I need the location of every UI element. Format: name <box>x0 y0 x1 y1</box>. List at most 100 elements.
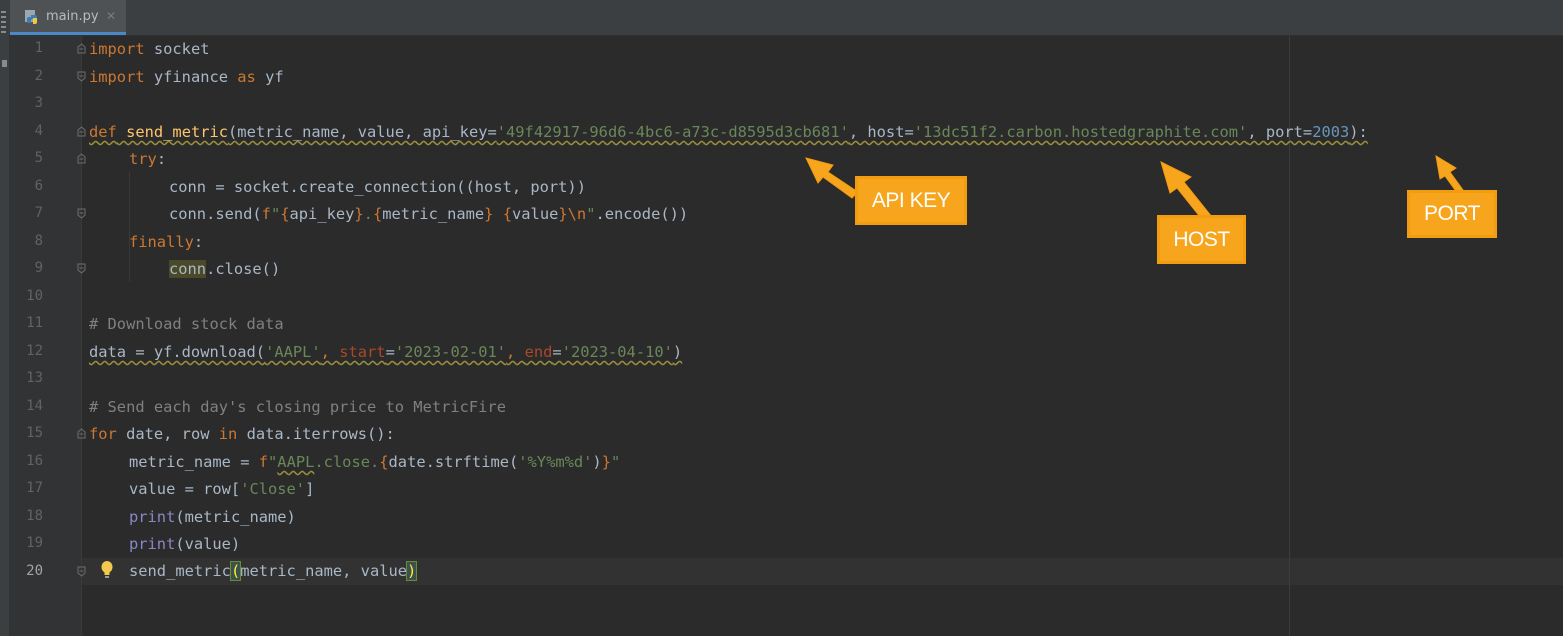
code-line-16[interactable]: metric_name = f"AAPL.close.{date.strftim… <box>129 449 620 476</box>
api-key-arrow-icon <box>805 157 859 199</box>
python-file-icon <box>25 10 37 24</box>
builtin-function: print <box>129 535 176 553</box>
code-text: data.iterrows(): <box>237 425 395 443</box>
keyword: try <box>129 150 157 168</box>
line-number: 1 <box>34 40 43 56</box>
code-line-20[interactable]: send_metric(metric_name, value) <box>129 558 418 585</box>
string: '%Y%m%d' <box>518 453 593 471</box>
fstring-prefix: f <box>261 205 271 223</box>
code-line-5[interactable]: try: <box>129 146 166 173</box>
code-text: .close() <box>206 260 281 278</box>
code-line-8[interactable]: finally: <box>129 229 203 256</box>
project-tool-icon <box>2 60 7 67</box>
fold-marker-icon[interactable] <box>77 43 86 54</box>
line-number: 3 <box>34 95 43 111</box>
fold-marker-icon[interactable] <box>77 263 86 274</box>
code-text: = <box>385 343 395 361</box>
line-number: 6 <box>34 178 43 194</box>
host-arrow-icon <box>1160 161 1213 224</box>
code-line-6[interactable]: conn = socket.create_connection((host, p… <box>169 174 586 201</box>
code-text: , host= <box>848 123 914 141</box>
comma: , <box>506 343 525 361</box>
api-key-string: '49f42917-96d6-4bc6-a73c-d8595d3cb681' <box>496 123 849 141</box>
string-quote: " <box>610 453 621 471</box>
keyword: import <box>89 68 145 86</box>
string-text: AAPL <box>277 453 315 471</box>
code-text: ] <box>305 480 315 498</box>
code-text: : <box>156 150 167 168</box>
keyword: as <box>237 68 256 86</box>
fstring-prefix: f <box>258 453 269 471</box>
escape-sequence: \n <box>567 205 587 223</box>
tab-main-py[interactable]: main.py ✕ <box>10 0 126 35</box>
code-line-14[interactable]: # Send each day's closing price to Metri… <box>89 394 506 421</box>
code-text: socket <box>144 40 210 58</box>
string-text <box>493 205 502 223</box>
fstring-brace: } <box>558 205 568 223</box>
code-text: send_metric <box>129 562 231 580</box>
keyword: for <box>89 425 117 443</box>
comment: # Send each day's closing price to Metri… <box>89 398 506 416</box>
code-line-4[interactable]: def send_metric(metric_name, value, api_… <box>89 119 1368 146</box>
code-text: : <box>193 233 204 251</box>
comment: # Download stock data <box>89 315 284 333</box>
line-number: 5 <box>34 150 43 166</box>
keyword: import <box>89 40 145 58</box>
editor-tab-bar: main.py ✕ <box>9 0 1563 36</box>
keyword-argument: start <box>339 343 386 361</box>
code-text: ) <box>592 453 602 471</box>
fold-marker-icon[interactable] <box>77 71 86 82</box>
code-line-11[interactable]: # Download stock data <box>89 311 284 338</box>
line-number: 11 <box>26 315 43 331</box>
line-number: 18 <box>26 508 43 524</box>
line-number: 8 <box>34 233 43 249</box>
fold-marker-icon[interactable] <box>77 153 86 164</box>
callout-label: HOST <box>1160 218 1243 261</box>
code-text: (metric_name, value, api_key= <box>228 123 497 141</box>
callout-label: API KEY <box>858 179 964 222</box>
line-number: 14 <box>26 398 43 414</box>
line-number: 2 <box>34 68 43 84</box>
code-line-18[interactable]: print(metric_name) <box>129 504 296 531</box>
line-number: 19 <box>26 535 43 551</box>
code-text: metric_name, value <box>240 562 408 580</box>
code-text: metric_name = <box>129 453 259 471</box>
fold-marker-icon[interactable] <box>77 126 86 137</box>
code-line-1[interactable]: import socket <box>89 36 209 63</box>
code-text: date, row <box>116 425 219 443</box>
code-line-9[interactable]: conn.close() <box>169 256 280 283</box>
code-line-12[interactable]: data = yf.download('AAPL', start= '2023-0… <box>89 339 682 366</box>
fold-marker-icon[interactable] <box>77 566 86 577</box>
line-number: 16 <box>26 453 43 469</box>
keyword: def <box>89 123 117 141</box>
code-line-7[interactable]: conn.send(f"{api_key}.{metric_name} {val… <box>169 201 688 228</box>
fstring-brace: { <box>502 205 513 223</box>
code-text: .encode()) <box>595 205 689 223</box>
line-number: 15 <box>26 425 43 441</box>
keyword: finally <box>129 233 194 251</box>
string: 'AAPL' <box>265 343 321 361</box>
string: '2023-04-10' <box>561 343 673 361</box>
fold-marker-icon[interactable] <box>77 208 86 219</box>
code-text: ) <box>672 343 683 361</box>
code-text: data = yf.download( <box>89 343 266 361</box>
code-line-2[interactable]: import yfinance as yf <box>89 64 284 91</box>
code-text: (metric_name) <box>175 508 296 526</box>
code-line-17[interactable]: value = row['Close'] <box>129 476 314 503</box>
fstring-brace: { <box>280 205 290 223</box>
highlighted-identifier: conn <box>169 260 207 278</box>
active-tab-indicator <box>10 32 126 35</box>
fstring-brace: } <box>354 205 364 223</box>
code-line-19[interactable]: print(value) <box>129 531 240 558</box>
line-number: 7 <box>34 205 43 221</box>
code-line-15[interactable]: for date, row in data.iterrows(): <box>89 421 395 448</box>
indent-guide <box>129 172 130 282</box>
fold-marker-icon[interactable] <box>77 428 86 439</box>
code-text: yfinance <box>144 68 238 86</box>
code-text: yf <box>255 68 284 86</box>
lightbulb-icon[interactable] <box>100 560 114 580</box>
fstring-brace: { <box>372 205 383 223</box>
close-tab-icon[interactable]: ✕ <box>106 9 116 23</box>
matched-paren: ( <box>229 561 242 581</box>
port-callout: PORT <box>1407 190 1497 238</box>
